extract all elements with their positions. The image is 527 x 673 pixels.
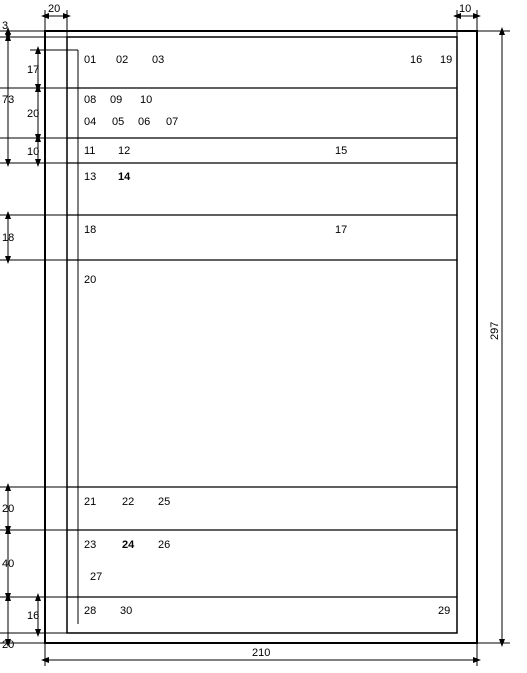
dim-top-left-20: 20 [48,3,60,15]
field-13: 13 [84,171,96,183]
field-12: 12 [118,145,130,157]
dim-low-16: 16 [27,610,39,622]
dim-low-20: 20 [2,503,14,515]
field-01: 01 [84,54,96,66]
field-24: 24 [122,539,135,551]
field-15: 15 [335,145,347,157]
dim-bottom-210: 210 [252,647,270,659]
field-08: 08 [84,94,96,106]
field-04: 04 [84,116,96,128]
field-05: 05 [112,116,124,128]
field-07: 07 [166,116,178,128]
field-03: 03 [152,54,164,66]
field-21: 21 [84,496,96,508]
field-25: 25 [158,496,170,508]
dim-bottom-20: 20 [2,639,14,651]
field-14: 14 [118,171,131,183]
page-outline [45,31,477,643]
field-16: 16 [410,54,422,66]
dim-left-20a: 20 [27,108,39,120]
field-27: 27 [90,571,102,583]
field-30: 30 [120,605,132,617]
dim-left-17: 17 [27,64,39,76]
field-06: 06 [138,116,150,128]
field-28: 28 [84,605,96,617]
dim-left-10: 10 [27,146,39,158]
field-26: 26 [158,539,170,551]
field-11: 11 [84,145,95,157]
field-17: 17 [335,224,347,236]
field-23: 23 [84,539,96,551]
dim-left-18: 18 [2,232,14,244]
field-02: 02 [116,54,128,66]
field-10: 10 [140,94,152,106]
dim-top-right-10: 10 [459,3,471,15]
dim-low-40: 40 [2,558,14,570]
field-20: 20 [84,274,96,286]
field-19: 19 [440,54,452,66]
field-09: 09 [110,94,122,106]
dim-top-3: 3 [2,20,8,32]
field-29: 29 [438,605,450,617]
layout-diagram: 01 02 03 16 19 08 09 10 04 05 06 07 11 1… [0,0,527,673]
dim-left-73: 73 [2,94,14,106]
field-18: 18 [84,224,96,236]
field-22: 22 [122,496,134,508]
dim-right-297: 297 [489,322,501,340]
